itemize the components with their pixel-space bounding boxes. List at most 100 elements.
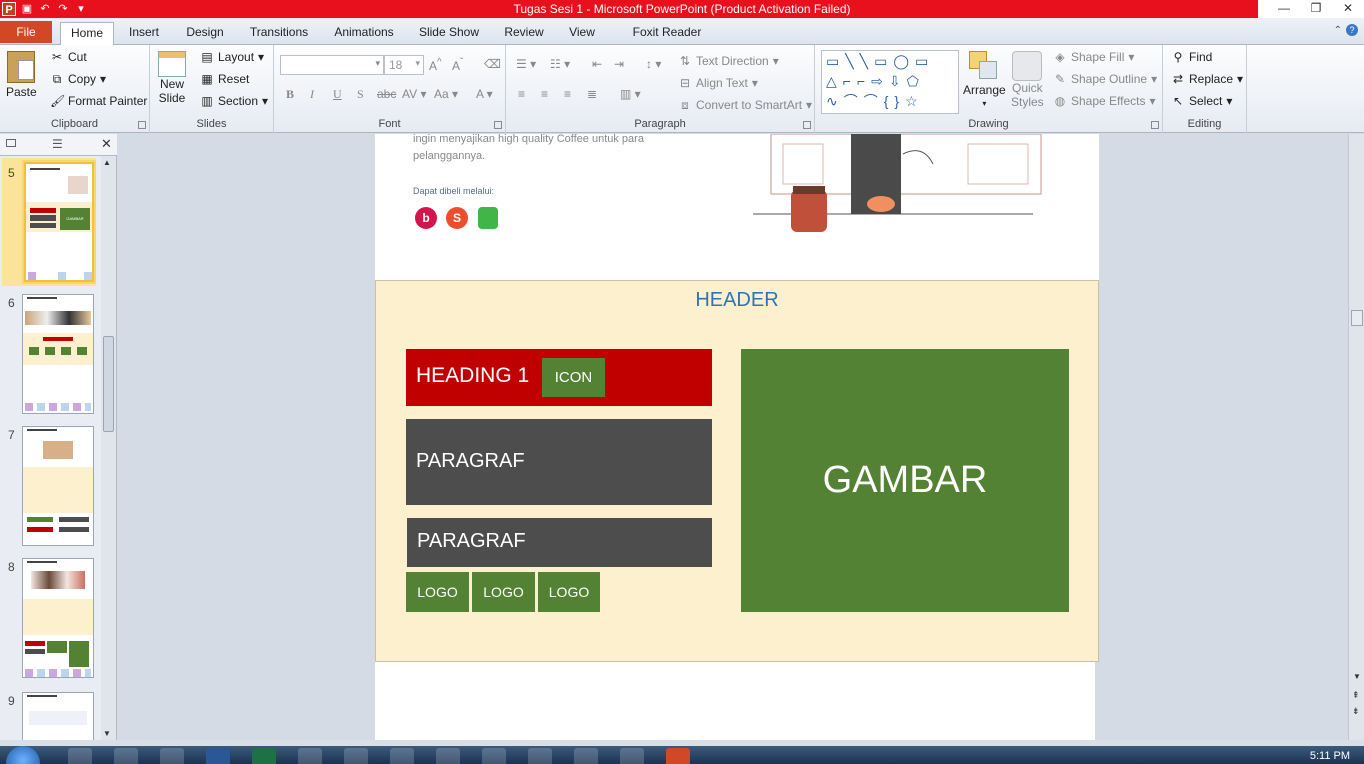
- clock[interactable]: 5:11 PM: [1310, 750, 1350, 762]
- quick-styles-button[interactable]: Quick Styles: [1011, 51, 1044, 109]
- paste-button[interactable]: Paste: [6, 51, 37, 99]
- font-launcher-icon[interactable]: [494, 121, 502, 129]
- font-color-button[interactable]: A ▾: [476, 87, 493, 101]
- notepad-icon[interactable]: [114, 748, 138, 764]
- excel-icon[interactable]: [252, 748, 276, 764]
- logo-box-2[interactable]: LOGO: [472, 572, 535, 612]
- scroll-down-icon[interactable]: ▼: [103, 729, 111, 738]
- align-right-button[interactable]: ≡: [564, 87, 571, 101]
- discord-icon[interactable]: [528, 748, 552, 764]
- columns-button[interactable]: ▥ ▾: [620, 87, 641, 101]
- bullets-button[interactable]: ☰ ▾: [516, 57, 536, 71]
- align-left-button[interactable]: ≡: [518, 87, 525, 101]
- character-spacing-button[interactable]: AV ▾: [402, 87, 426, 101]
- icon-box[interactable]: ICON: [542, 358, 605, 397]
- shape-effects-button[interactable]: ◍ Shape Effects ▾: [1053, 94, 1156, 108]
- find-button[interactable]: ⚲ Find: [1171, 50, 1213, 64]
- justify-button[interactable]: ≣: [587, 87, 597, 101]
- tab-home[interactable]: Home: [60, 22, 114, 46]
- strikethrough-button[interactable]: abc: [377, 87, 396, 101]
- start-button[interactable]: [6, 746, 40, 764]
- paragraph-box-2[interactable]: PARAGRAF: [407, 518, 712, 567]
- app-icon-6[interactable]: [298, 748, 322, 764]
- center-button[interactable]: ≡: [541, 87, 548, 101]
- paragraph-box-1[interactable]: PARAGRAF: [406, 419, 712, 505]
- copy-button[interactable]: ⧉ Copy ▾: [50, 72, 106, 86]
- tab-animations[interactable]: Animations: [333, 23, 395, 45]
- slides-tab-icon[interactable]: [6, 139, 16, 147]
- word-icon[interactable]: [206, 748, 230, 764]
- thumbnail-slide-9[interactable]: 9: [0, 690, 100, 740]
- clipboard-launcher-icon[interactable]: [138, 121, 146, 129]
- section-button[interactable]: ▥ Section ▾: [200, 94, 268, 108]
- align-text-button[interactable]: ⊟ Align Text ▾: [678, 76, 758, 90]
- slide-layout-mockup[interactable]: HEADER HEADING 1 ICON PARAGRAF PARAGRAF …: [375, 280, 1099, 662]
- app-icon-7[interactable]: [344, 748, 368, 764]
- close-icon[interactable]: ✕: [1332, 0, 1364, 18]
- thumbnail-slide-6[interactable]: 6: [0, 292, 100, 422]
- reset-button[interactable]: ▦ Reset: [200, 72, 249, 86]
- thumbnail-slide-8[interactable]: 8: [0, 556, 100, 686]
- tab-view[interactable]: View: [567, 23, 597, 45]
- editor-scrollbar[interactable]: ▼ ⇞ ⇟: [1348, 134, 1364, 740]
- new-slide-button[interactable]: New Slide: [158, 51, 186, 105]
- vscode-icon[interactable]: [620, 748, 644, 764]
- shape-outline-button[interactable]: ✎ Shape Outline ▾: [1053, 72, 1157, 86]
- app-icon-8[interactable]: [390, 748, 414, 764]
- decrease-indent-button[interactable]: ⇤: [592, 57, 602, 71]
- tab-insert[interactable]: Insert: [126, 23, 162, 45]
- numbering-button[interactable]: ☷ ▾: [550, 57, 570, 71]
- app-icon-12[interactable]: [574, 748, 598, 764]
- thumbnail-slide-5[interactable]: 5 GAMBAR: [0, 156, 100, 286]
- app-icon-9[interactable]: [436, 748, 460, 764]
- minimize-icon[interactable]: —: [1268, 0, 1300, 18]
- scroll-up-icon[interactable]: ▲: [103, 158, 111, 167]
- underline-button[interactable]: U: [333, 87, 342, 102]
- text-direction-button[interactable]: ⇅ Text Direction ▾: [678, 54, 779, 68]
- logo-box-1[interactable]: LOGO: [406, 572, 469, 612]
- close-pane-icon[interactable]: ✕: [101, 136, 112, 152]
- heading-box[interactable]: HEADING 1 ICON: [406, 349, 712, 406]
- shrink-font-button[interactable]: Aˇ: [452, 57, 463, 73]
- shapes-gallery[interactable]: ▭╲╲▭◯▭ △⌐⌐⇨⇩⬠ ∿⌒⌒{}☆: [821, 50, 959, 114]
- next-slide-icon[interactable]: ⇟: [1352, 706, 1360, 717]
- arrange-button[interactable]: Arrange ▾: [963, 51, 1006, 108]
- outline-tab-icon[interactable]: ☰: [52, 137, 63, 151]
- format-painter-button[interactable]: 🖌 Format Painter: [50, 94, 147, 108]
- thumbnail-slide-7[interactable]: 7: [0, 424, 100, 554]
- grow-font-button[interactable]: A^: [429, 57, 442, 73]
- replace-button[interactable]: ⇄ Replace ▾: [1171, 72, 1243, 86]
- scrollbar-thumb[interactable]: [103, 336, 114, 432]
- paragraph-launcher-icon[interactable]: [803, 121, 811, 129]
- drawing-launcher-icon[interactable]: [1151, 121, 1159, 129]
- select-button[interactable]: ↖ Select ▾: [1171, 94, 1232, 108]
- line-spacing-button[interactable]: ↕ ▾: [646, 57, 661, 71]
- powerpoint-taskbar-icon[interactable]: [666, 748, 690, 764]
- thumbnail-scrollbar[interactable]: ▲ ▼: [101, 156, 116, 740]
- italic-button[interactable]: I: [310, 87, 314, 102]
- scroll-down-icon[interactable]: ▼: [1353, 672, 1361, 681]
- tab-slide-show[interactable]: Slide Show: [418, 23, 480, 45]
- scrollbar-handle[interactable]: [1351, 310, 1363, 326]
- logo-box-3[interactable]: LOGO: [538, 572, 600, 612]
- bold-button[interactable]: B: [286, 87, 294, 102]
- maximize-icon[interactable]: ❐: [1300, 0, 1332, 18]
- tab-file[interactable]: File: [0, 21, 52, 43]
- tab-design[interactable]: Design: [184, 23, 226, 45]
- increase-indent-button[interactable]: ⇥: [614, 57, 624, 71]
- tab-review[interactable]: Review: [503, 23, 545, 45]
- cut-button[interactable]: ✂ Cut: [50, 50, 87, 64]
- tab-transitions[interactable]: Transitions: [247, 23, 311, 45]
- shadow-button[interactable]: S: [357, 87, 364, 102]
- change-case-button[interactable]: Aa ▾: [434, 87, 458, 101]
- image-placeholder-box[interactable]: GAMBAR: [741, 349, 1069, 612]
- font-name-combo[interactable]: ▾: [280, 55, 384, 75]
- font-size-combo[interactable]: 18 ▾: [384, 55, 424, 75]
- explorer-icon[interactable]: [68, 748, 92, 764]
- whatsapp-icon[interactable]: [482, 748, 506, 764]
- help-icon[interactable]: ?: [1346, 24, 1358, 36]
- tab-foxit[interactable]: Foxit Reader PDF: [620, 23, 714, 57]
- clear-formatting-button[interactable]: ⌫: [484, 57, 501, 71]
- previous-slide-icon[interactable]: ⇞: [1352, 690, 1360, 701]
- shape-fill-button[interactable]: ◈ Shape Fill ▾: [1053, 50, 1134, 64]
